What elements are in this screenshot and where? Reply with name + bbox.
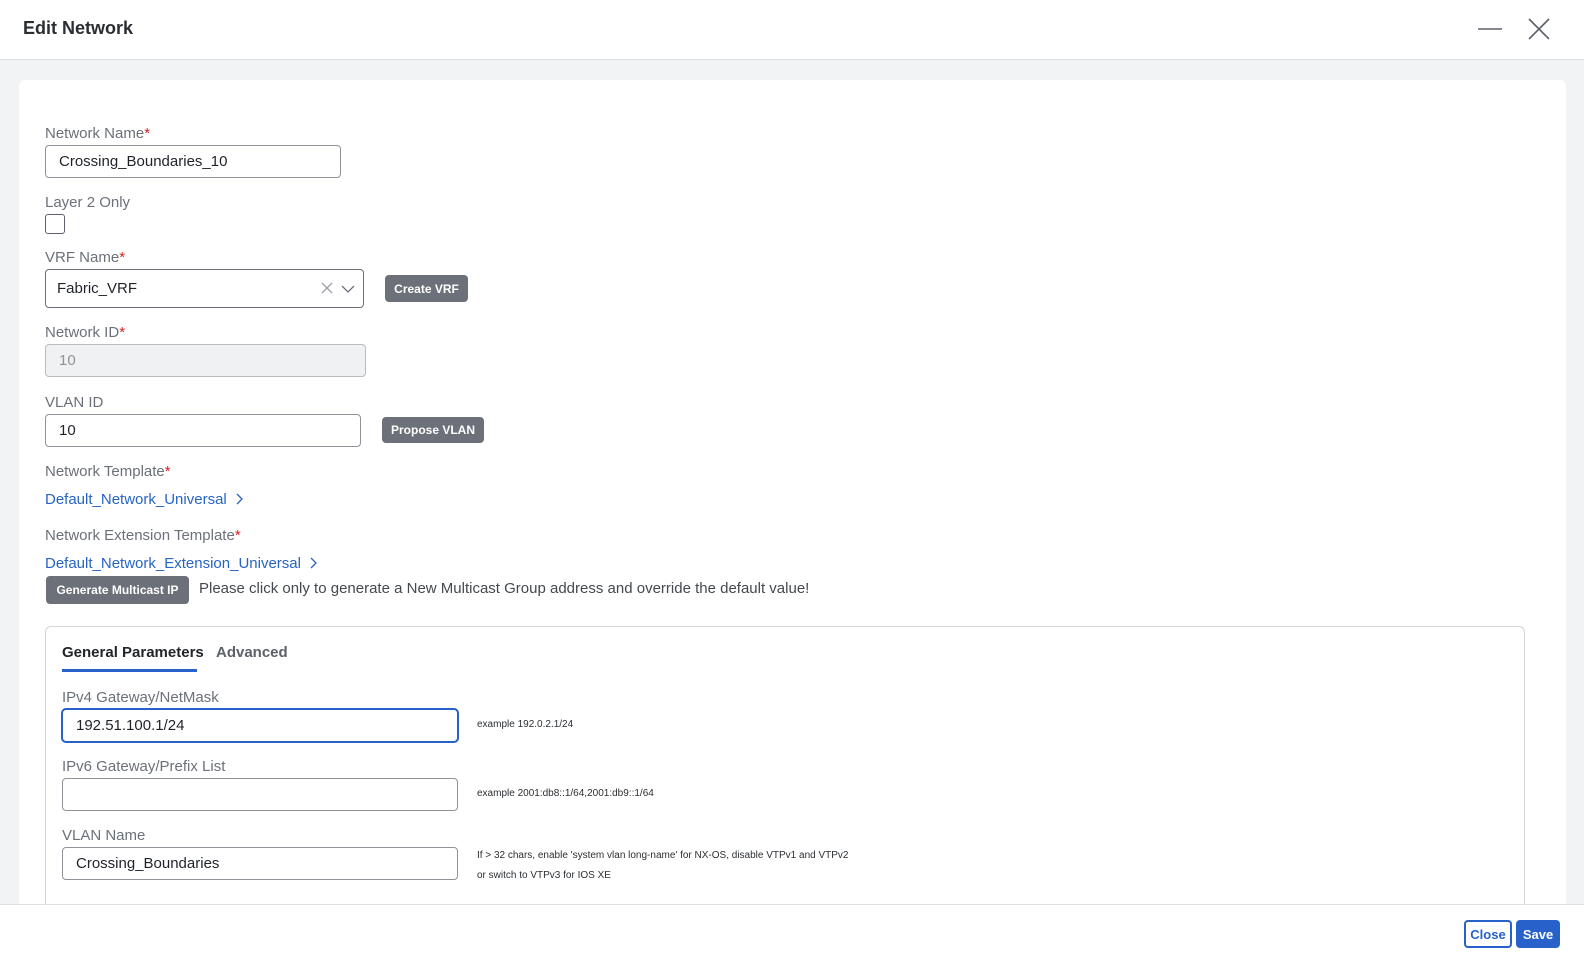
required-mark: * xyxy=(119,249,126,266)
network-template-label: Network Template* xyxy=(45,463,171,480)
ipv6-gateway-input[interactable] xyxy=(62,778,458,811)
network-id-label: Network ID* xyxy=(45,324,126,341)
required-mark: * xyxy=(119,324,126,341)
vrf-name-select[interactable]: Fabric_VRF xyxy=(45,269,364,308)
multicast-note: Please click only to generate a New Mult… xyxy=(199,580,810,597)
required-mark: * xyxy=(234,527,241,544)
ipv4-gateway-input[interactable] xyxy=(62,709,458,742)
layer2-only-label: Layer 2 Only xyxy=(45,194,131,211)
dialog-footer: Close Save xyxy=(0,904,1584,964)
vrf-name-label: VRF Name* xyxy=(45,249,126,266)
vlan-id-input[interactable] xyxy=(45,414,361,447)
vlan-name-hint-line1: If > 32 chars, enable 'system vlan long-… xyxy=(477,850,849,861)
layer2-only-checkbox[interactable] xyxy=(45,214,65,234)
network-name-label: Network Name* xyxy=(45,125,151,142)
vlan-id-label: VLAN ID xyxy=(45,394,104,411)
chevron-right-icon xyxy=(235,492,244,505)
close-icon[interactable] xyxy=(1524,14,1554,44)
tab-general-parameters[interactable]: General Parameters xyxy=(62,644,204,661)
vlan-name-label: VLAN Name xyxy=(62,827,146,844)
chevron-down-icon[interactable] xyxy=(340,281,356,297)
dialog-title: Edit Network xyxy=(23,18,134,38)
tab-advanced[interactable]: Advanced xyxy=(216,644,288,661)
minimize-icon[interactable] xyxy=(1475,14,1505,44)
ipv6-gateway-hint: example 2001:db8::1/64,2001:db9::1/64 xyxy=(477,788,654,799)
network-extension-template-link[interactable]: Default_Network_Extension_Universal xyxy=(45,555,318,572)
vlan-name-hint-line2: or switch to VTPv3 for IOS XE xyxy=(477,870,611,881)
chevron-right-icon xyxy=(309,556,318,569)
close-button[interactable]: Close xyxy=(1464,920,1512,948)
propose-vlan-button[interactable]: Propose VLAN xyxy=(382,417,484,443)
vrf-name-value: Fabric_VRF xyxy=(57,280,138,297)
ipv4-gateway-label: IPv4 Gateway/NetMask xyxy=(62,689,219,706)
create-vrf-button[interactable]: Create VRF xyxy=(385,275,468,302)
generate-multicast-ip-button[interactable]: Generate Multicast IP xyxy=(46,576,189,604)
ipv6-gateway-label: IPv6 Gateway/Prefix List xyxy=(62,758,226,775)
dialog-header: Edit Network xyxy=(0,0,1584,60)
ipv4-gateway-hint: example 192.0.2.1/24 xyxy=(477,719,574,730)
save-button[interactable]: Save xyxy=(1516,920,1560,948)
network-id-input xyxy=(45,344,366,377)
network-template-link-text: Default_Network_Universal xyxy=(45,491,227,508)
vlan-name-input[interactable] xyxy=(62,847,458,880)
required-mark: * xyxy=(164,463,171,480)
clear-icon[interactable] xyxy=(319,280,335,296)
active-tab-indicator xyxy=(62,669,197,672)
required-mark: * xyxy=(144,125,151,142)
network-extension-template-label: Network Extension Template* xyxy=(45,527,241,544)
network-name-input[interactable] xyxy=(45,145,341,178)
parameters-panel: General Parameters Advanced IPv4 Gateway… xyxy=(45,626,1525,926)
network-template-link[interactable]: Default_Network_Universal xyxy=(45,491,244,508)
network-extension-template-link-text: Default_Network_Extension_Universal xyxy=(45,555,301,572)
